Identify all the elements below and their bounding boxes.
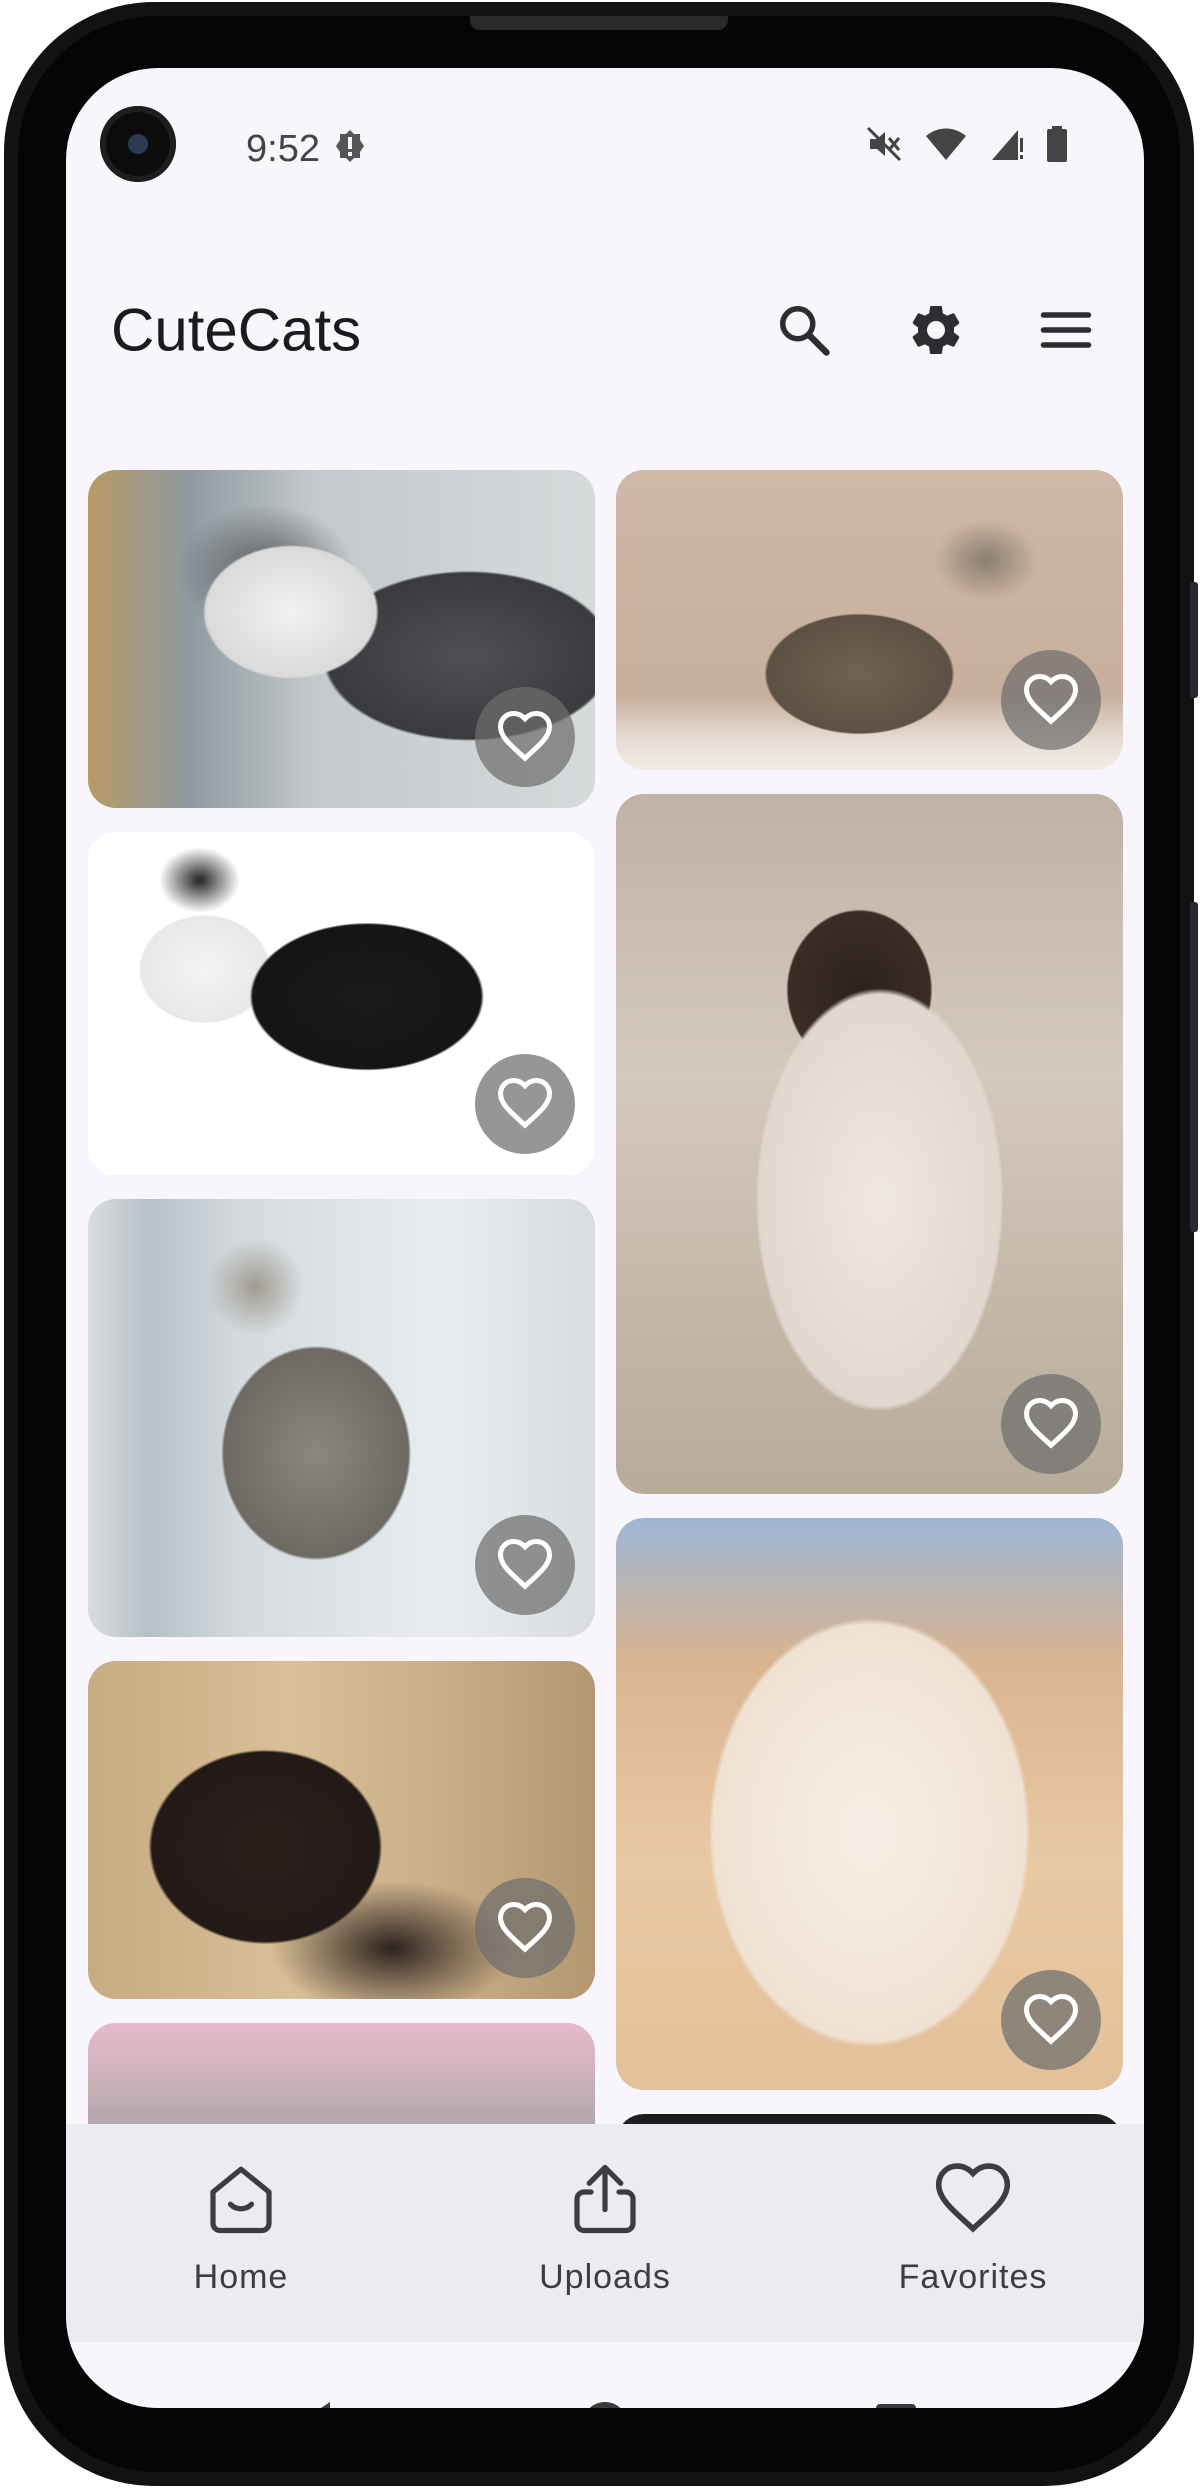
search-button[interactable] bbox=[764, 290, 844, 370]
recents-icon[interactable] bbox=[874, 2402, 918, 2408]
cat-photo bbox=[88, 2023, 595, 2124]
nav-label-uploads: Uploads bbox=[539, 2258, 671, 2296]
heart-outline-icon bbox=[1023, 1397, 1079, 1449]
nav-item-home[interactable]: Home bbox=[111, 2124, 371, 2342]
search-icon bbox=[780, 306, 830, 356]
top-app-bar: CuteCats bbox=[66, 238, 1144, 408]
heart-outline-icon bbox=[497, 710, 553, 762]
volume-button bbox=[1190, 582, 1198, 698]
cat-card[interactable] bbox=[88, 832, 595, 1175]
cell-signal-icon bbox=[992, 130, 1023, 160]
back-icon[interactable] bbox=[290, 2400, 334, 2408]
favorite-button[interactable] bbox=[1001, 650, 1101, 750]
mute-icon bbox=[866, 126, 902, 162]
cat-card[interactable] bbox=[616, 470, 1123, 770]
front-camera bbox=[100, 106, 176, 182]
system-navigation-bar bbox=[66, 2342, 1144, 2408]
status-time: 9:52 bbox=[246, 128, 320, 170]
notification-badge-icon bbox=[336, 130, 364, 162]
heart-outline-icon bbox=[1023, 673, 1079, 725]
cat-card[interactable] bbox=[88, 2023, 595, 2124]
phone-frame: 9:52 CuteCats Home Uploads Favorites bbox=[4, 2, 1198, 2486]
cat-card[interactable] bbox=[616, 2114, 1123, 2124]
home-circle-icon[interactable] bbox=[580, 2400, 630, 2408]
heart-icon bbox=[935, 2163, 1011, 2233]
nav-item-favorites[interactable]: Favorites bbox=[843, 2124, 1103, 2342]
earpiece-speaker bbox=[470, 16, 728, 30]
cat-card[interactable] bbox=[616, 794, 1123, 1494]
power-button bbox=[1190, 902, 1198, 1232]
screen: 9:52 CuteCats Home Uploads Favorites bbox=[66, 68, 1144, 2408]
heart-outline-icon bbox=[497, 1901, 553, 1953]
battery-icon bbox=[1047, 126, 1067, 162]
heart-outline-icon bbox=[497, 1077, 553, 1129]
heart-outline-icon bbox=[497, 1538, 553, 1590]
favorite-button[interactable] bbox=[475, 687, 575, 787]
bottom-navigation: Home Uploads Favorites bbox=[66, 2124, 1144, 2342]
status-icons bbox=[866, 126, 1068, 162]
favorite-button[interactable] bbox=[475, 1054, 575, 1154]
cat-card[interactable] bbox=[88, 470, 595, 808]
favorite-button[interactable] bbox=[1001, 1970, 1101, 2070]
hamburger-menu-icon bbox=[1040, 312, 1092, 348]
cat-photo-grid[interactable] bbox=[66, 404, 1144, 2124]
nav-label-favorites: Favorites bbox=[898, 2258, 1048, 2296]
cat-card[interactable] bbox=[88, 1661, 595, 1999]
cat-card[interactable] bbox=[88, 1199, 595, 1637]
nav-item-uploads[interactable]: Uploads bbox=[475, 2124, 735, 2342]
home-icon bbox=[210, 2166, 272, 2234]
nav-label-home: Home bbox=[193, 2258, 289, 2296]
favorite-button[interactable] bbox=[475, 1515, 575, 1615]
heart-outline-icon bbox=[1023, 1993, 1079, 2045]
favorite-button[interactable] bbox=[475, 1878, 575, 1978]
app-title: CuteCats bbox=[111, 296, 362, 364]
settings-button[interactable] bbox=[896, 290, 976, 370]
upload-icon bbox=[574, 2164, 636, 2234]
status-bar: 9:52 bbox=[66, 68, 1144, 238]
cat-card[interactable] bbox=[616, 1518, 1123, 2090]
menu-button[interactable] bbox=[1026, 290, 1106, 370]
favorite-button[interactable] bbox=[1001, 1374, 1101, 1474]
wifi-icon bbox=[926, 128, 966, 160]
cat-photo bbox=[616, 2114, 1123, 2124]
gear-icon bbox=[912, 305, 960, 354]
